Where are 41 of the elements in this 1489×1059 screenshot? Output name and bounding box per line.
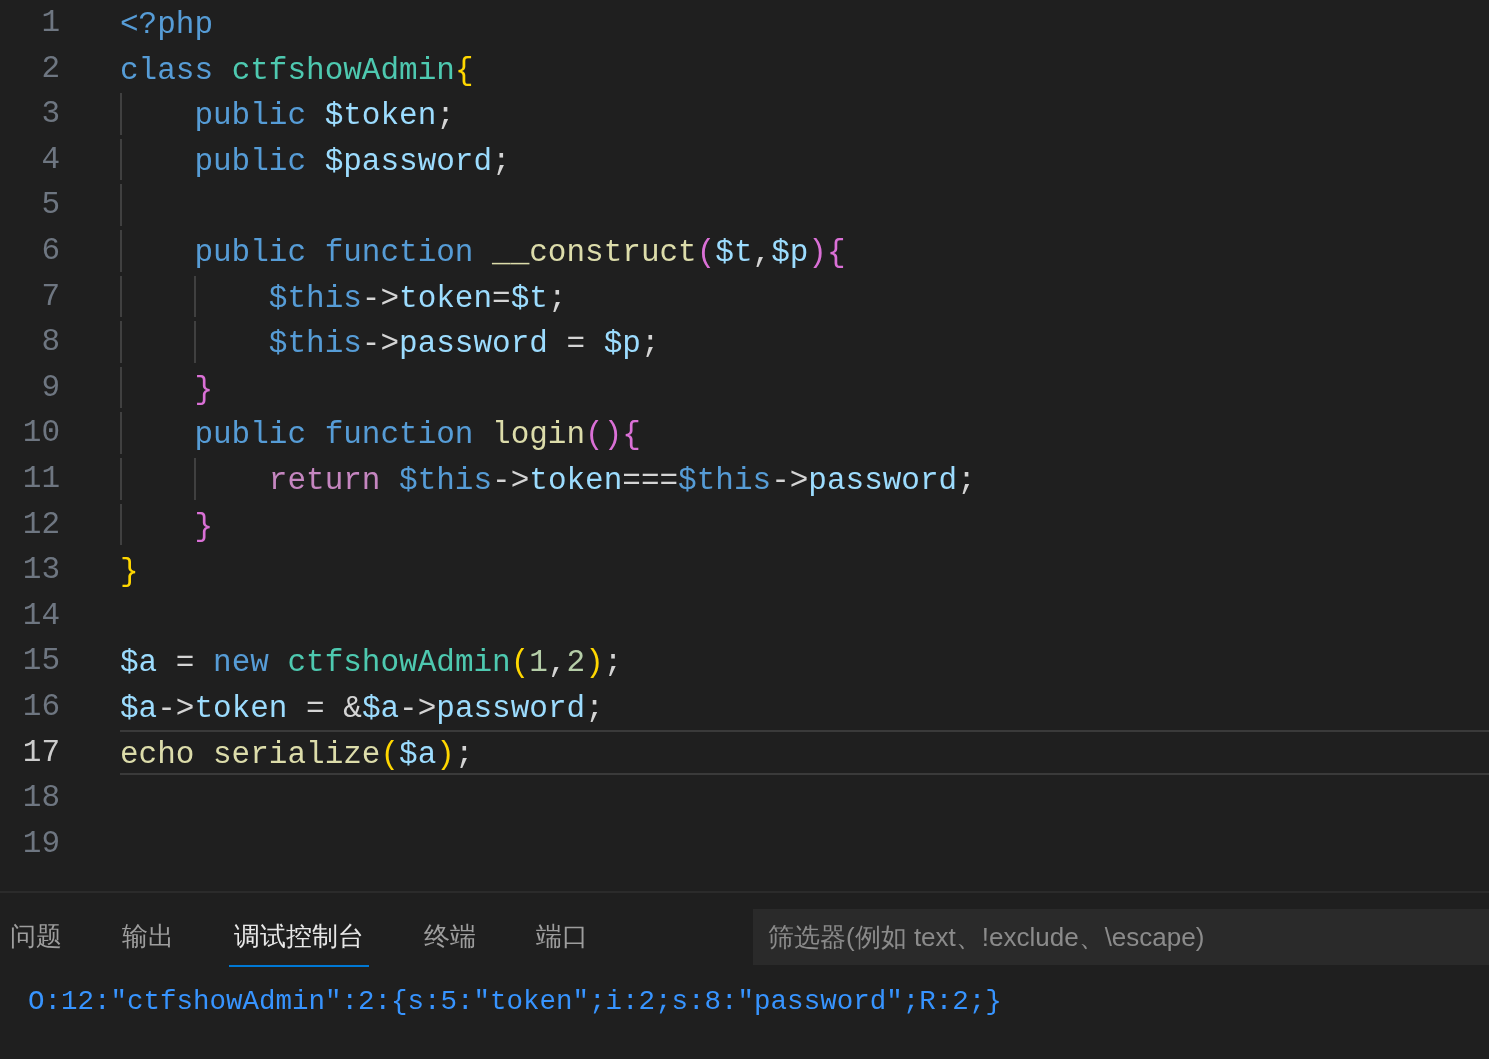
- code-line: echo serialize($a);: [120, 735, 474, 774]
- line-number: 7: [40, 277, 60, 316]
- code-line: }: [120, 553, 139, 592]
- panel-tab[interactable]: 调试控制台: [229, 907, 369, 967]
- filter-field[interactable]: 筛选器(例如 text、!exclude、\escape): [753, 909, 1489, 965]
- code-line: $a->token = &$a->password;: [120, 689, 604, 728]
- panel-tab[interactable]: 终端: [419, 907, 481, 967]
- line-number: 12: [21, 505, 60, 544]
- line-number: 5: [40, 186, 60, 225]
- code-line: <?php: [120, 6, 213, 44]
- line-number: 18: [21, 779, 60, 818]
- line-number: 1: [40, 4, 60, 42]
- line-number: 11: [21, 459, 60, 498]
- code-line: public $token;: [193, 97, 455, 136]
- line-number: 3: [40, 95, 60, 134]
- code-line: public $password;: [193, 142, 511, 181]
- line-number: 16: [21, 687, 60, 726]
- line-number: 4: [40, 140, 60, 179]
- code-line: public function __construct($t,$p){: [193, 233, 846, 272]
- line-number: 17: [21, 733, 60, 772]
- console-output: O:12:"ctfshowAdmin":2:{s:5:"token";i:2;s:8:"password";R:2;}: [27, 985, 1003, 1019]
- line-number: 6: [40, 231, 60, 270]
- panel-tab[interactable]: 端口: [531, 907, 593, 967]
- code-line: $this->password = $p;: [267, 325, 660, 364]
- line-number: 13: [21, 551, 60, 590]
- line-number: 14: [21, 596, 60, 635]
- line-number: 19: [21, 824, 60, 863]
- line-number: 9: [40, 368, 60, 407]
- code-line: }: [193, 507, 213, 546]
- line-number: 10: [21, 414, 60, 453]
- code-line: return $this->token===$this->password;: [267, 461, 976, 500]
- line-number: 8: [40, 323, 60, 362]
- line-number: 15: [21, 642, 60, 681]
- code-line: $a = new ctfshowAdmin(1,2);: [120, 644, 623, 683]
- panel-tab[interactable]: 问题: [5, 907, 67, 967]
- code-line: }: [193, 370, 213, 409]
- code-line: public function login(){: [193, 416, 641, 455]
- code-line: $this->token=$t;: [267, 279, 567, 318]
- panel-tab[interactable]: 输出: [117, 907, 179, 967]
- code-line: class ctfshowAdmin{: [120, 51, 474, 90]
- line-number: 2: [40, 49, 60, 88]
